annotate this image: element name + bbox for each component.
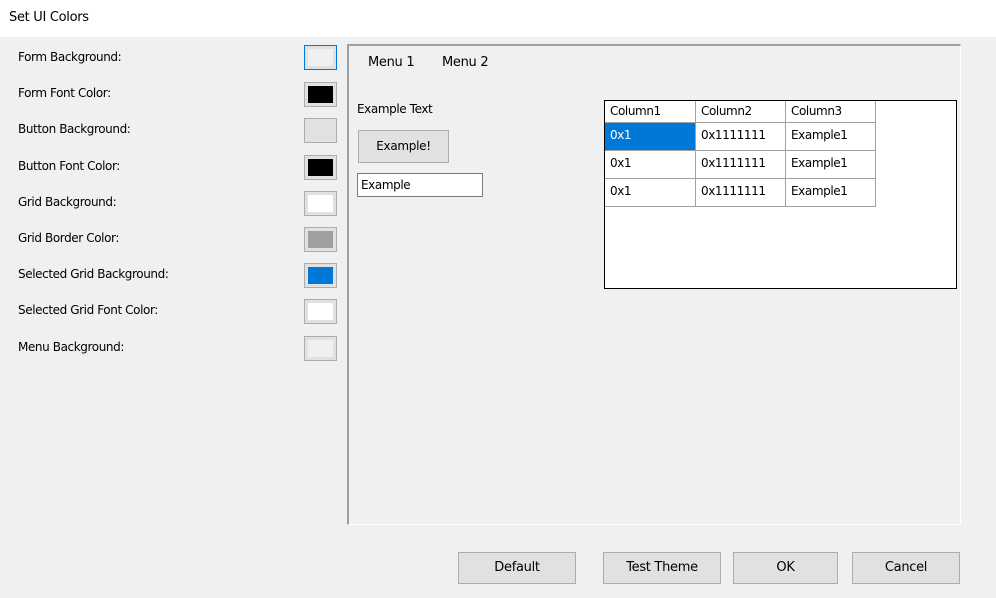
grid-header-column2[interactable]: Column2 (696, 101, 786, 123)
example-text-label: Example Text (357, 102, 433, 116)
test-theme-button[interactable]: Test Theme (603, 552, 721, 584)
grid-header-column1[interactable]: Column1 (605, 101, 696, 123)
default-button[interactable]: Default (458, 552, 576, 584)
grid-cell[interactable]: Example1 (786, 151, 876, 179)
menu-item-1[interactable]: Menu 1 (368, 55, 415, 70)
setting-label-selected-grid-font-color: Selected Grid Font Color: (18, 303, 158, 317)
grid-background-swatch[interactable] (304, 191, 337, 216)
grid-cell-selected[interactable]: 0x1 (605, 123, 696, 151)
menu-item-2[interactable]: Menu 2 (442, 55, 489, 70)
grid-cell[interactable]: 0x1 (605, 179, 696, 207)
grid-cell[interactable]: Example1 (786, 123, 876, 151)
theme-preview-panel: Menu 1 Menu 2 Example Text Example! Exam… (347, 44, 961, 525)
menu-background-swatch[interactable] (304, 336, 337, 361)
selected-grid-background-swatch[interactable] (304, 263, 337, 288)
button-background-swatch[interactable] (304, 118, 337, 143)
setting-label-grid-border-color: Grid Border Color: (18, 231, 120, 245)
button-font-color-swatch[interactable] (304, 155, 337, 180)
grid-cell[interactable]: Example1 (786, 179, 876, 207)
setting-label-form-font-color: Form Font Color: (18, 86, 111, 100)
example-input[interactable]: Example (357, 173, 483, 197)
setting-label-grid-background: Grid Background: (18, 195, 117, 209)
grid-cell[interactable]: 0x1 (605, 151, 696, 179)
setting-label-form-background: Form Background: (18, 50, 122, 64)
grid-header-column3[interactable]: Column3 (786, 101, 876, 123)
swatch-color (308, 231, 333, 248)
swatch-color (308, 303, 333, 320)
example-button[interactable]: Example! (358, 130, 449, 163)
cancel-button[interactable]: Cancel (852, 552, 960, 584)
swatch-color (308, 340, 333, 357)
swatch-color (308, 267, 333, 284)
window-title: Set UI Colors (9, 10, 89, 25)
ok-button[interactable]: OK (733, 552, 838, 584)
setting-label-button-font-color: Button Font Color: (18, 159, 120, 173)
grid-cell[interactable]: 0x1111111 (696, 123, 786, 151)
example-grid[interactable]: Column1 Column2 Column3 0x1 0x1111111 Ex… (604, 100, 957, 289)
form-font-color-swatch[interactable] (304, 82, 337, 107)
setting-label-menu-background: Menu Background: (18, 340, 124, 354)
grid-border-color-swatch[interactable] (304, 227, 337, 252)
swatch-color (308, 86, 333, 103)
grid-cell[interactable]: 0x1111111 (696, 151, 786, 179)
title-bar: Set UI Colors (0, 0, 996, 37)
form-background-swatch[interactable] (304, 45, 337, 70)
selected-grid-font-color-swatch[interactable] (304, 299, 337, 324)
swatch-color (308, 159, 333, 176)
grid-cell[interactable]: 0x1111111 (696, 179, 786, 207)
swatch-color (308, 49, 333, 66)
swatch-color (308, 122, 333, 139)
setting-label-button-background: Button Background: (18, 122, 131, 136)
setting-label-selected-grid-background: Selected Grid Background: (18, 267, 169, 281)
swatch-color (308, 195, 333, 212)
